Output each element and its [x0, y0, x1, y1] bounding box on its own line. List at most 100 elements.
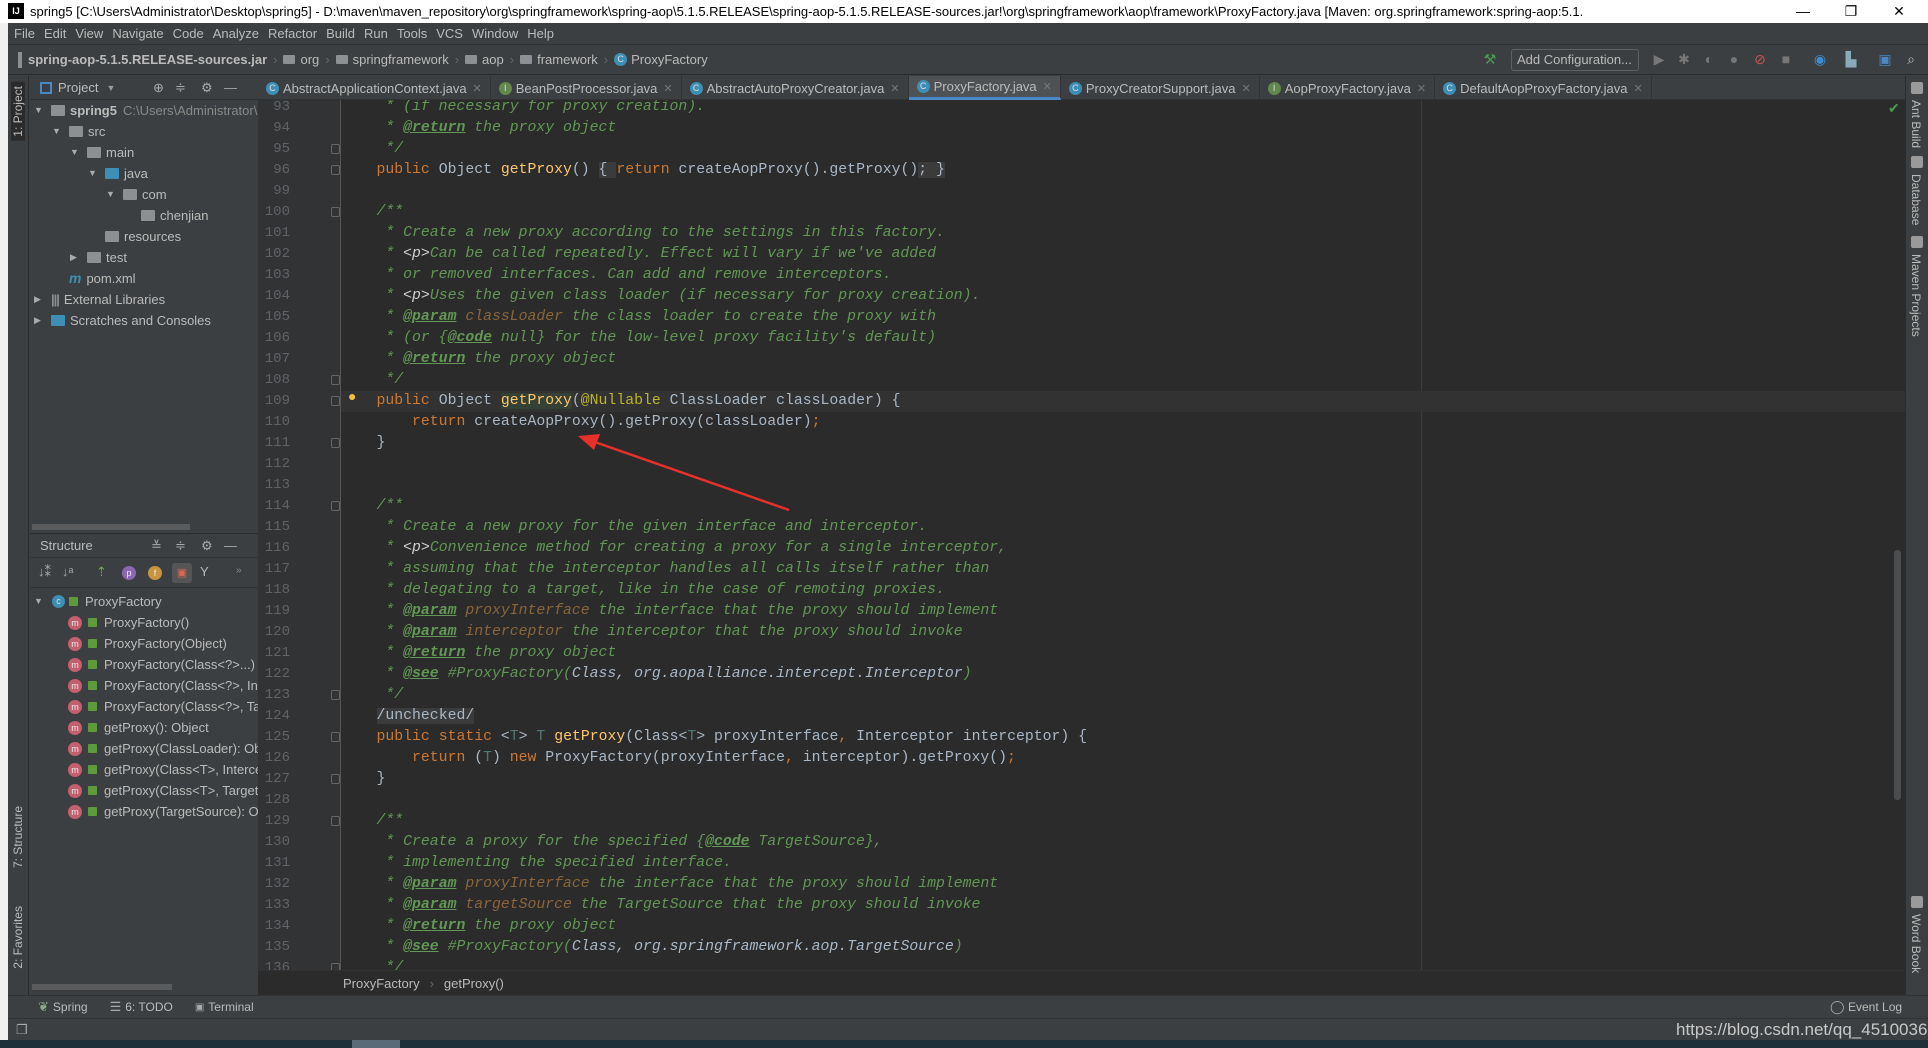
- close-tab-icon[interactable]: ✕: [1241, 82, 1250, 95]
- build-hammer-icon[interactable]: ⚒: [1482, 51, 1498, 67]
- menu-code[interactable]: Code: [173, 23, 211, 44]
- menu-navigate[interactable]: Navigate: [112, 23, 170, 44]
- tab-defaultaopproxyfactory[interactable]: C DefaultAopProxyFactory.java ✕: [1435, 76, 1652, 100]
- tree-item-java[interactable]: ▼ java: [88, 163, 148, 184]
- todo-tool-tab[interactable]: 6: TODO: [125, 1000, 173, 1014]
- more-icon[interactable]: »: [236, 565, 242, 576]
- fold-marker-icon[interactable]: [331, 690, 340, 700]
- structure-tool-tab[interactable]: 7: Structure: [11, 806, 25, 868]
- menu-analyze[interactable]: Analyze: [213, 23, 266, 44]
- fold-marker-icon[interactable]: [331, 375, 340, 385]
- tree-item-scratches-and-consoles[interactable]: ▶ Scratches and Consoles: [34, 310, 211, 331]
- tree-item-pom-xml[interactable]: m pom.xml: [52, 268, 136, 289]
- profile-icon[interactable]: ●: [1726, 51, 1742, 67]
- intention-bulb-icon[interactable]: ●: [348, 388, 356, 404]
- tree-item-spring5[interactable]: ▼ spring5 C:\Users\Administrator\: [34, 100, 257, 121]
- project-structure-icon[interactable]: ▙: [1843, 51, 1859, 67]
- breadcrumb-item[interactable]: framework ›: [520, 52, 608, 68]
- fold-marker-icon[interactable]: [331, 732, 340, 742]
- sort-by-visibility-icon[interactable]: ↓⁑: [38, 564, 51, 580]
- fold-marker-icon[interactable]: [331, 438, 340, 448]
- terminal-tool-tab[interactable]: Terminal: [208, 1000, 253, 1014]
- fold-marker-icon[interactable]: [331, 774, 340, 784]
- menu-tools[interactable]: Tools: [397, 23, 434, 44]
- tree-item-com[interactable]: ▼ com: [106, 184, 167, 205]
- tab-beanpostprocessor[interactable]: I BeanPostProcessor.java ✕: [491, 76, 682, 100]
- gear-icon[interactable]: ⚙: [201, 80, 213, 96]
- chevron-down-icon[interactable]: ▼: [106, 83, 115, 93]
- fold-marker-icon[interactable]: [331, 144, 340, 154]
- right-tool-tab-ant-build[interactable]: Ant Build: [1909, 100, 1923, 148]
- horizontal-scrollbar[interactable]: [32, 984, 172, 990]
- tab-aopproxyfactory[interactable]: I AopProxyFactory.java ✕: [1260, 76, 1436, 100]
- coverage-icon[interactable]: ◐: [1701, 51, 1717, 67]
- close-tab-icon[interactable]: ✕: [473, 82, 482, 95]
- fold-marker-icon[interactable]: [331, 207, 340, 217]
- structure-member[interactable]: m getProxy(Class<T>, Target: [68, 780, 258, 801]
- show-inherited-icon[interactable]: ⇡: [96, 564, 107, 580]
- minimize-button[interactable]: —: [1780, 0, 1826, 23]
- fold-marker-icon[interactable]: [331, 816, 340, 826]
- collapse-all-icon[interactable]: ≑: [175, 538, 186, 554]
- tree-item-main[interactable]: ▼ main: [70, 142, 134, 163]
- show-properties-icon[interactable]: p: [122, 566, 136, 580]
- stop-icon[interactable]: ■: [1778, 51, 1794, 67]
- tree-item-test[interactable]: ▶ test: [70, 247, 127, 268]
- menu-edit[interactable]: Edit: [44, 23, 73, 44]
- update-icon[interactable]: ◉: [1812, 51, 1828, 67]
- search-icon[interactable]: ⌕: [1903, 51, 1919, 67]
- project-tool-tab[interactable]: 1: Project: [11, 82, 25, 141]
- code-editor[interactable]: 93 94 95 96 99 100 101 102 103 104 105 106 107 108 109…: [258, 100, 1905, 970]
- structure-member[interactable]: m ProxyFactory(Class<?>...): [68, 654, 255, 675]
- structure-member[interactable]: m getProxy(ClassLoader): Ob: [68, 738, 262, 759]
- tab-proxycreatorsupport[interactable]: C ProxyCreatorSupport.java ✕: [1061, 76, 1260, 100]
- structure-member[interactable]: m ProxyFactory(Class<?>, Int: [68, 675, 262, 696]
- structure-member[interactable]: m ProxyFactory(Class<?>, Tar: [68, 696, 265, 717]
- structure-member[interactable]: m getProxy(): Object: [68, 717, 209, 738]
- close-tab-icon[interactable]: ✕: [1417, 82, 1426, 95]
- tree-item-chenjian[interactable]: chenjian: [124, 205, 208, 226]
- locate-icon[interactable]: ⊕: [153, 80, 164, 96]
- hide-icon[interactable]: —: [224, 80, 237, 95]
- taskbar-item[interactable]: [352, 1040, 400, 1048]
- breadcrumb-item[interactable]: org ›: [283, 52, 330, 68]
- run-icon[interactable]: ▶: [1651, 51, 1667, 67]
- event-log-tool-tab[interactable]: Event Log: [1848, 1000, 1902, 1014]
- tree-item-external-libraries[interactable]: ▶ ||| External Libraries: [34, 289, 165, 310]
- menu-vcs[interactable]: VCS: [436, 23, 470, 44]
- structure-member[interactable]: m getProxy(Class<T>, Interce: [68, 759, 262, 780]
- menu-run[interactable]: Run: [364, 23, 395, 44]
- structure-member[interactable]: m ProxyFactory(Object): [68, 633, 227, 654]
- breadcrumb-item[interactable]: spring-aop-5.1.5.RELEASE-sources.jar ›: [18, 51, 277, 68]
- show-non-public-icon[interactable]: ▣: [172, 563, 192, 583]
- show-lambdas-icon[interactable]: Y: [200, 564, 209, 579]
- vertical-scrollbar[interactable]: [1894, 550, 1901, 800]
- structure-member[interactable]: m ProxyFactory(): [68, 612, 189, 633]
- right-tool-tab-maven-projects[interactable]: Maven Projects: [1909, 254, 1923, 337]
- show-fields-icon[interactable]: f: [148, 566, 162, 580]
- close-tab-icon[interactable]: ✕: [663, 82, 672, 95]
- debug-icon[interactable]: ✱: [1676, 51, 1692, 67]
- menu-file[interactable]: File: [14, 23, 42, 44]
- close-button[interactable]: ✕: [1876, 0, 1922, 23]
- tab-abstractautoproxycreator[interactable]: C AbstractAutoProxyCreator.java ✕: [682, 76, 909, 100]
- expand-all-icon[interactable]: ≚: [151, 538, 162, 554]
- attach-debugger-icon[interactable]: ⊘: [1752, 51, 1768, 67]
- toggle-tool-windows-icon[interactable]: ❐: [16, 1022, 28, 1038]
- breadcrumb-method[interactable]: getProxy(): [444, 976, 504, 991]
- breadcrumb-item[interactable]: springframework ›: [335, 52, 459, 68]
- close-tab-icon[interactable]: ✕: [1043, 80, 1052, 93]
- tab-abstractapplicationcontext[interactable]: C AbstractApplicationContext.java ✕: [258, 76, 491, 100]
- right-tool-tab-database[interactable]: Database: [1909, 174, 1923, 225]
- structure-root-proxyfactory[interactable]: ▼ c ProxyFactory: [30, 591, 162, 612]
- right-tool-tab-word-book[interactable]: Word Book: [1909, 914, 1923, 973]
- fold-marker-icon[interactable]: [331, 501, 340, 511]
- breadcrumb-item[interactable]: aop ›: [465, 52, 514, 68]
- tree-item-src[interactable]: ▼ src: [52, 121, 105, 142]
- restore-button[interactable]: ❐: [1828, 0, 1874, 23]
- spring-tool-tab[interactable]: Spring: [53, 1000, 88, 1014]
- close-tab-icon[interactable]: ✕: [890, 82, 899, 95]
- collapse-all-icon[interactable]: ≑: [175, 80, 186, 96]
- close-tab-icon[interactable]: ✕: [1634, 82, 1643, 95]
- menu-window[interactable]: Window: [472, 23, 525, 44]
